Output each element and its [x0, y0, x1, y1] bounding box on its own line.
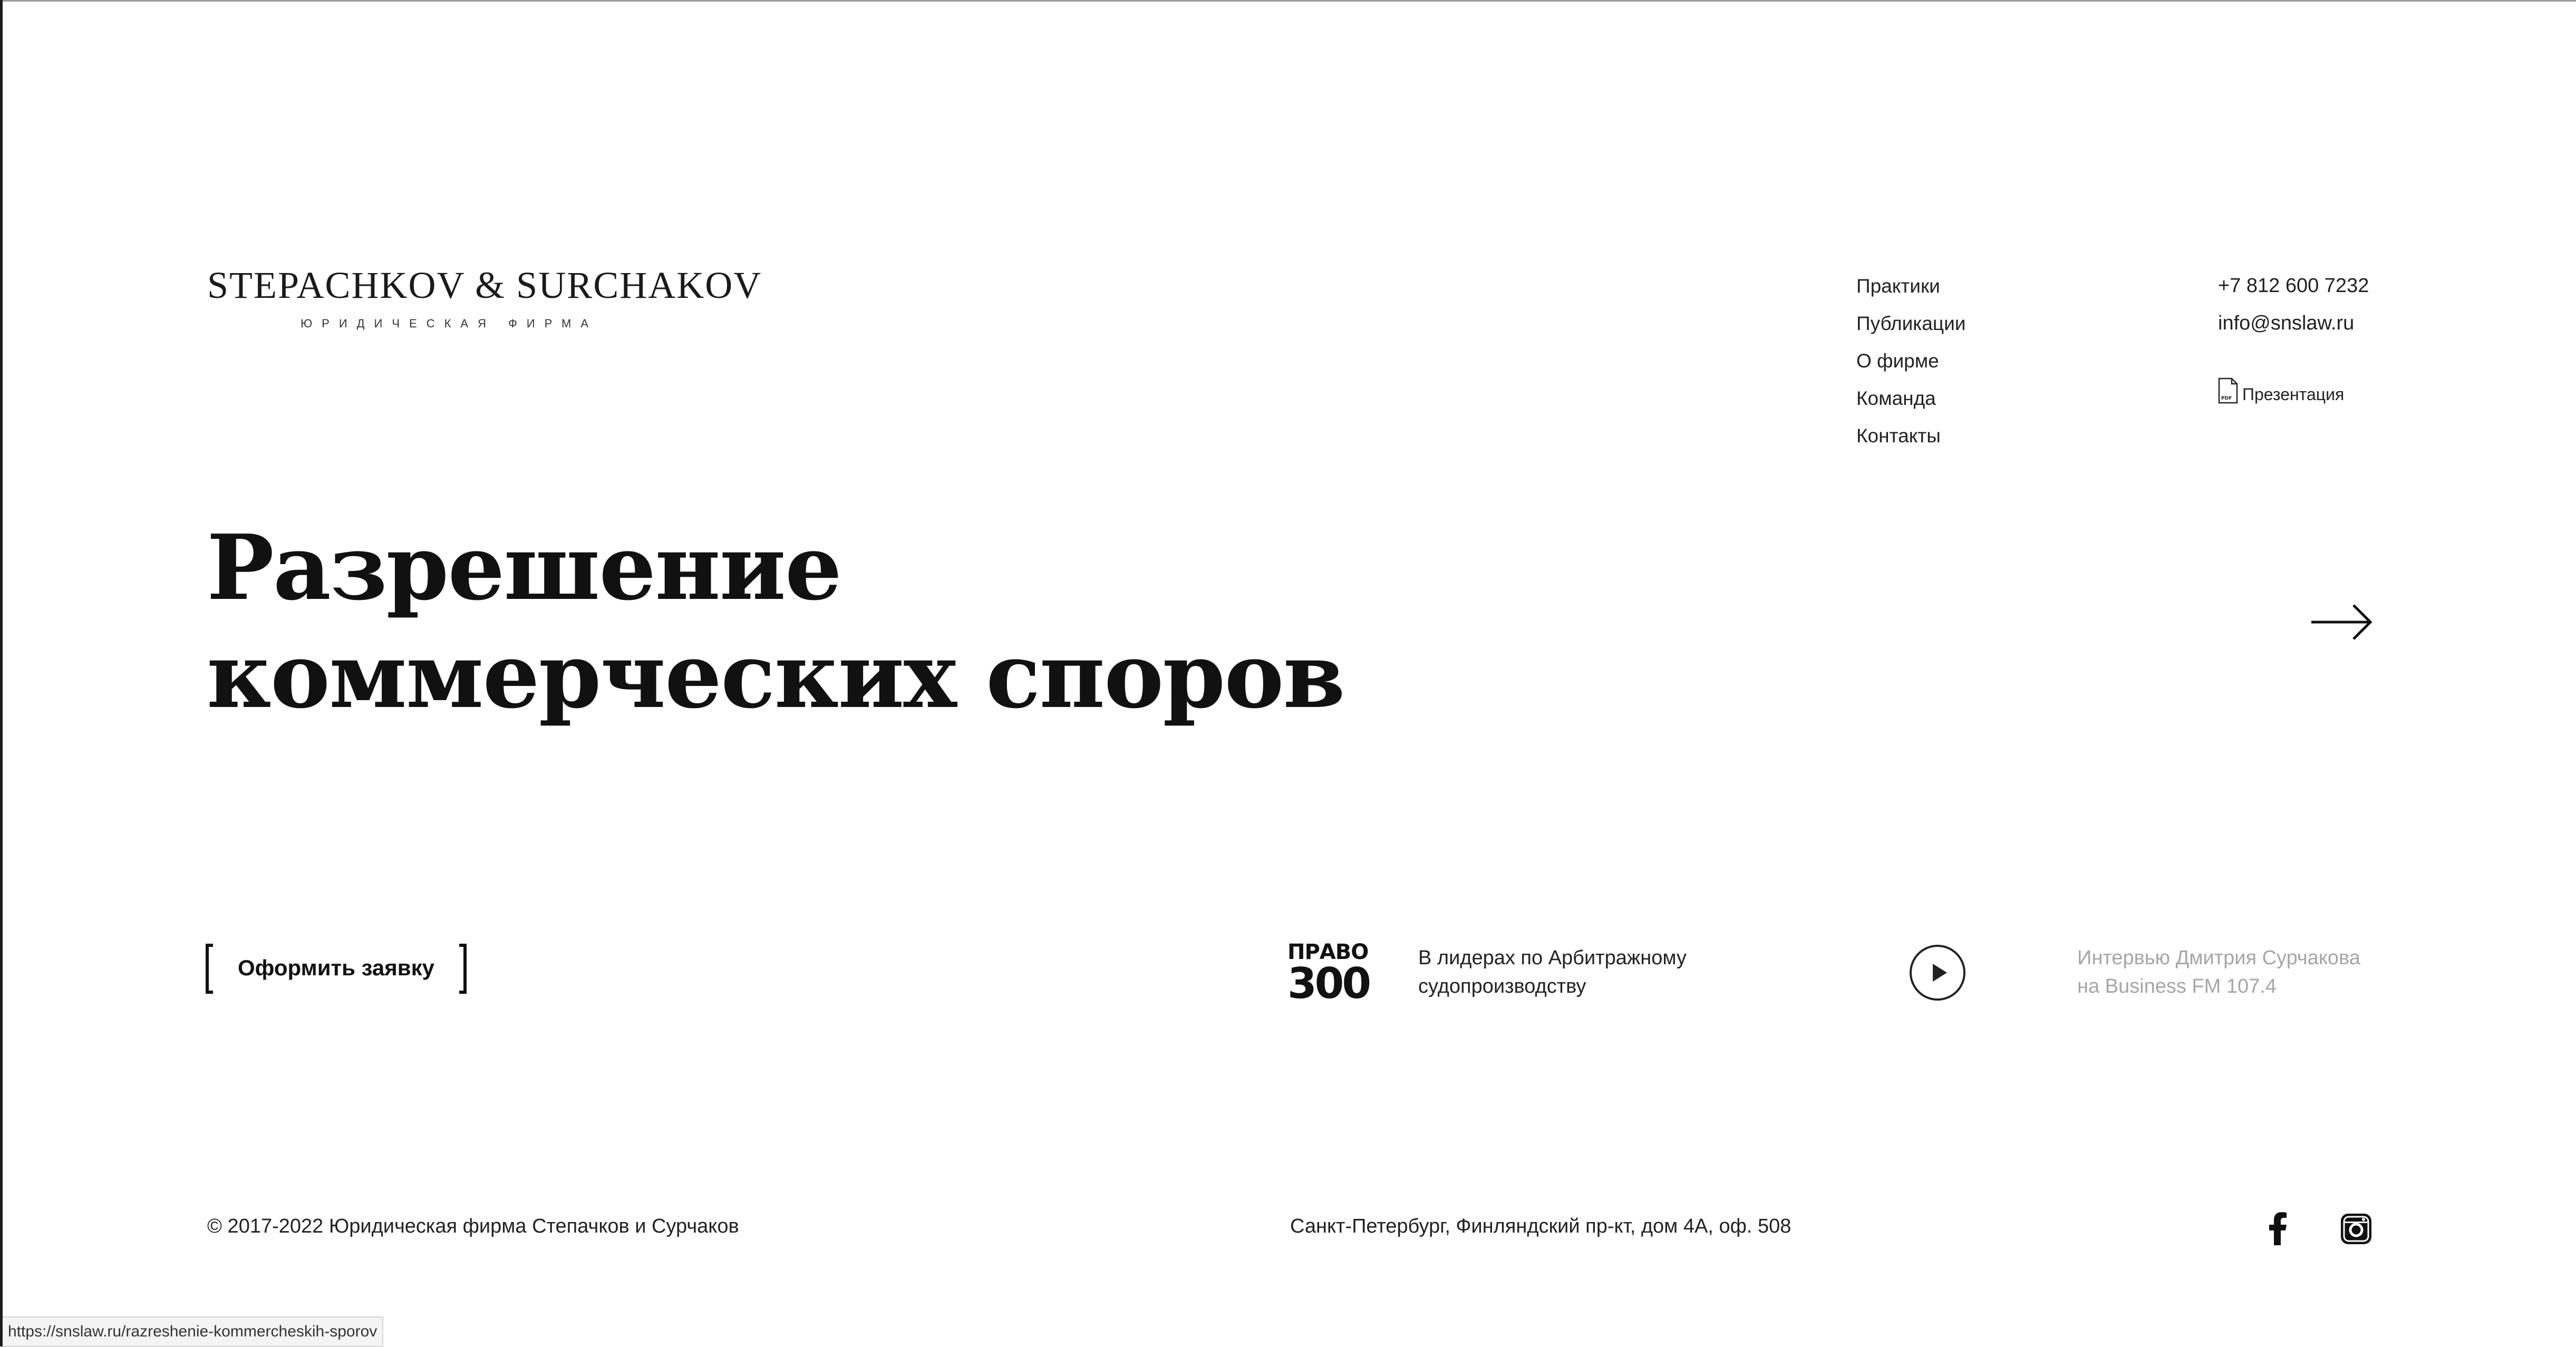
window-top-border	[0, 0, 2576, 2]
pdf-file-icon: PDF	[2218, 377, 2238, 404]
copyright-text: © 2017-2022 Юридическая фирма Степачков …	[207, 1215, 739, 1237]
presentation-label: Презентация	[2242, 385, 2345, 404]
nav-item-practices[interactable]: Практики	[1856, 274, 1965, 298]
arrow-right-icon[interactable]	[2309, 601, 2374, 643]
nav-item-publications[interactable]: Публикации	[1856, 312, 1965, 335]
logo-name: STEPACHKOV & SURCHAKOV	[207, 264, 762, 306]
logo-subtitle: ЮРИДИЧЕСКАЯ ФИРМА	[300, 317, 598, 330]
award-text: В лидерах по Арбитражному судопроизводст…	[1418, 944, 1735, 1001]
pravo-logo-number: 300	[1287, 959, 1371, 1008]
bracket-right	[459, 944, 467, 994]
request-button-label: Оформить заявку	[238, 955, 434, 980]
nav-item-about[interactable]: О фирме	[1856, 349, 1965, 373]
page-title: Разрешение коммерческих споров	[207, 514, 1630, 730]
instagram-icon[interactable]	[2340, 1213, 2372, 1245]
interview-text-line-2: на Business FM 107.4	[2077, 975, 2277, 997]
interview-link[interactable]: Интервью Дмитрия Сурчакова на Business F…	[2077, 944, 2394, 1001]
site-logo[interactable]: STEPACHKOV & SURCHAKOV ЮРИДИЧЕСКАЯ ФИРМА	[207, 264, 762, 331]
page-title-line-2: коммерческих споров	[207, 623, 1345, 729]
play-icon[interactable]	[1909, 944, 1967, 1002]
award-text-line-2: судопроизводству	[1418, 975, 1586, 997]
window-left-border	[0, 0, 3, 1346]
phone-link[interactable]: +7 812 600 7232	[2218, 274, 2376, 298]
main-nav: Практики Публикации О фирме Команда Конт…	[1856, 274, 1965, 448]
header-contacts: +7 812 600 7232 info@snslaw.ru PDF Презе…	[2218, 274, 2376, 404]
status-bar-url: https://snslaw.ru/razreshenie-kommerches…	[3, 1316, 384, 1347]
presentation-link[interactable]: PDF Презентация	[2218, 377, 2376, 404]
nav-item-contacts[interactable]: Контакты	[1856, 424, 1965, 448]
request-button[interactable]: Оформить заявку	[206, 944, 467, 994]
address-text: Санкт-Петербург, Финляндский пр-кт, дом …	[1290, 1215, 1791, 1237]
interview-text-line-1: Интервью Дмитрия Сурчакова	[2077, 947, 2360, 969]
facebook-icon[interactable]	[2267, 1212, 2288, 1245]
award-text-line-1: В лидерах по Арбитражному	[1418, 947, 1687, 969]
svg-text:PDF: PDF	[2221, 396, 2232, 401]
pravo-300-logo[interactable]: ПРАВО 300	[1287, 941, 1371, 1008]
email-link[interactable]: info@snslaw.ru	[2218, 312, 2376, 335]
nav-item-team[interactable]: Команда	[1856, 386, 1965, 410]
page-title-line-1: Разрешение	[207, 515, 842, 621]
